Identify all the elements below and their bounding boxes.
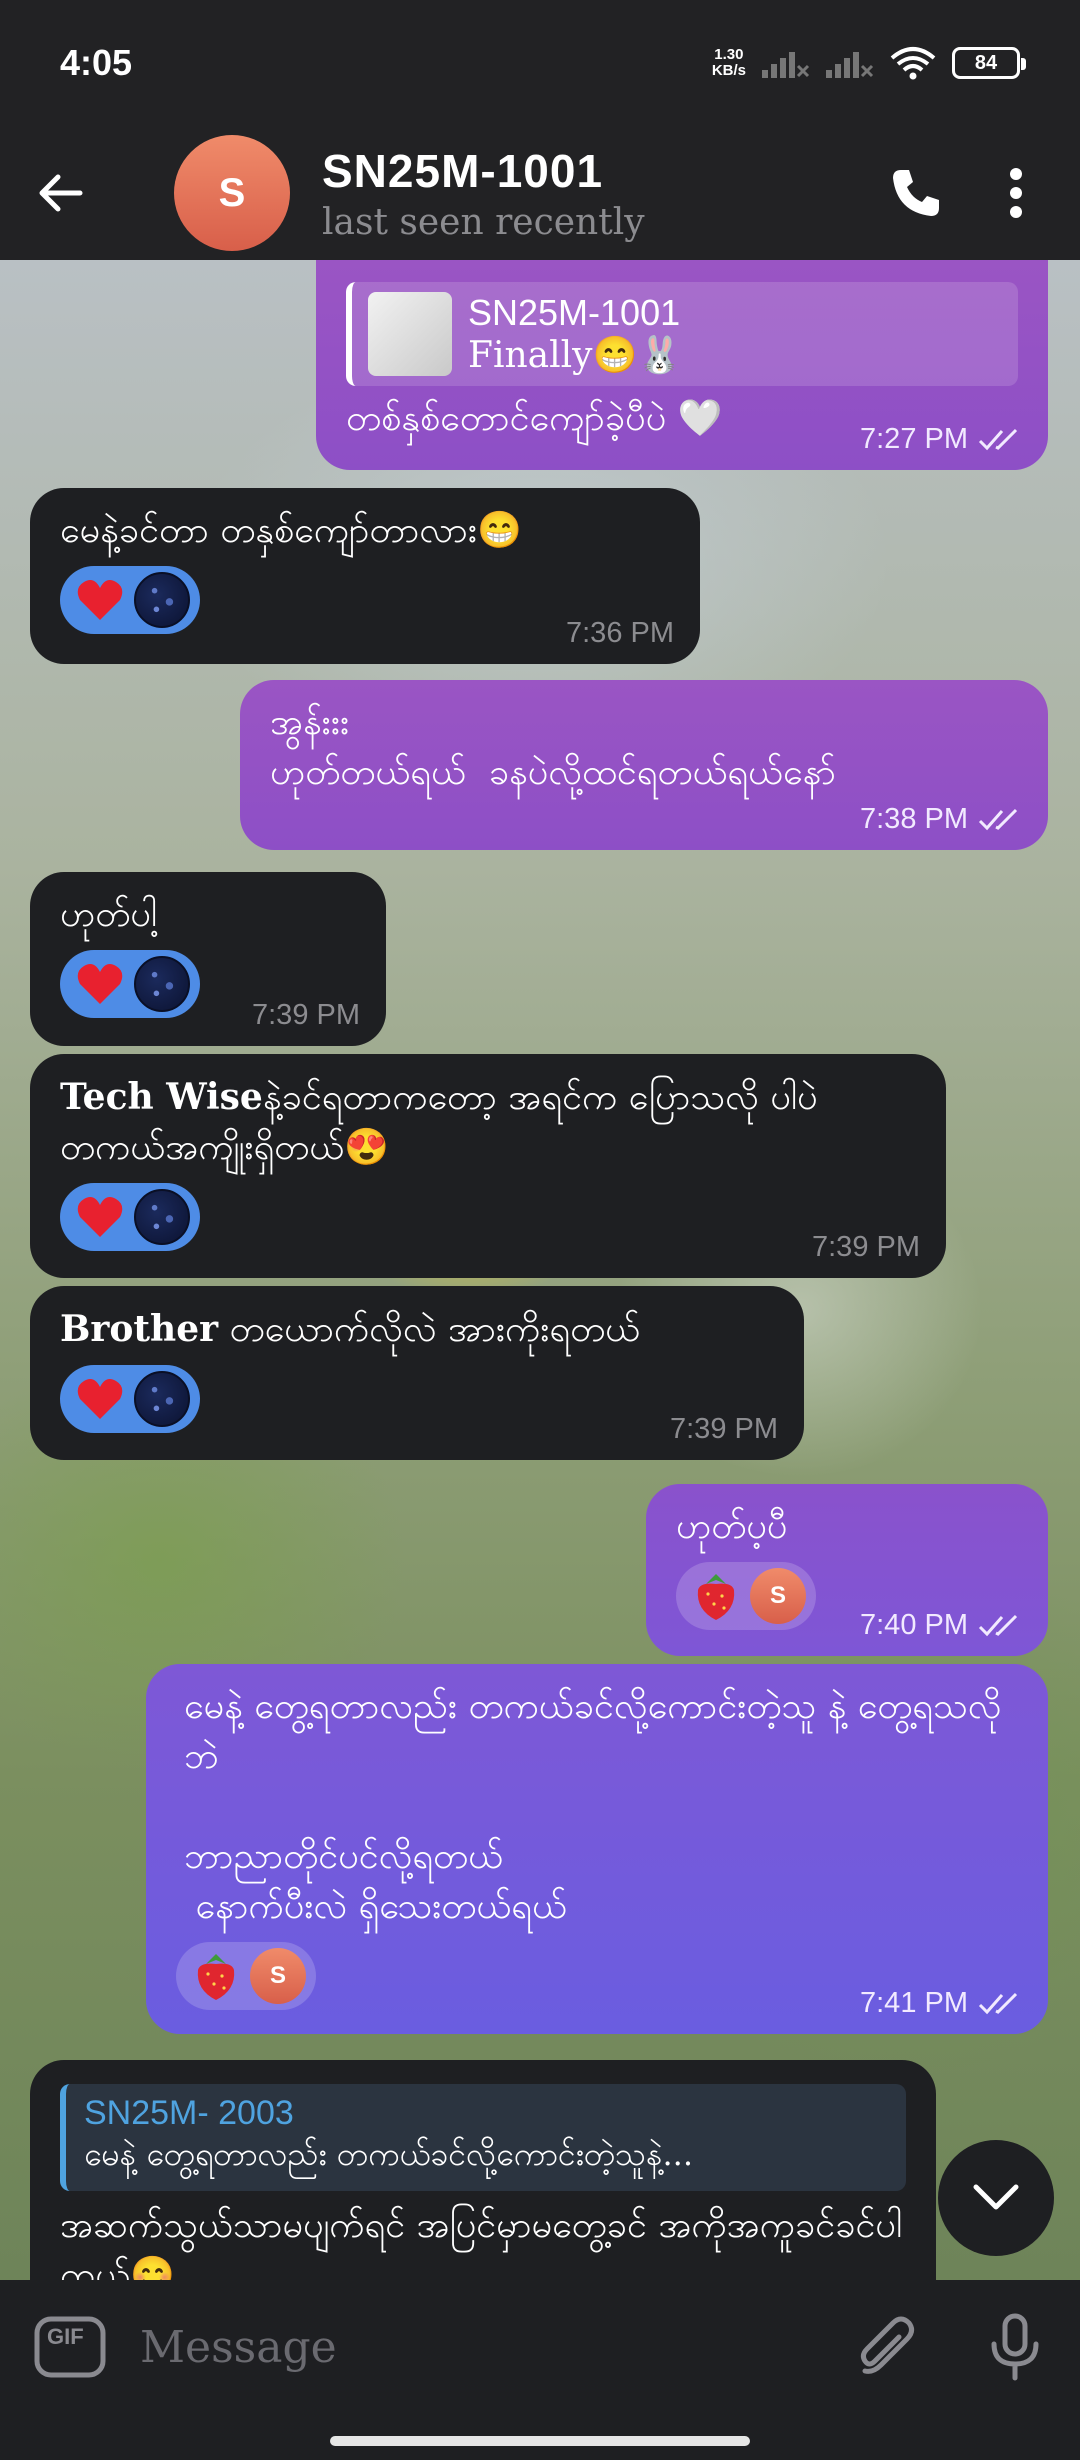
message-text: မေနဲ့ တွေ့ရတာလည်း တကယ်ခင်လို့ကောင်းတဲ့သူ… (184, 1686, 1002, 1927)
home-handle[interactable] (330, 2436, 750, 2446)
message-meta: 7:39 PM (670, 1413, 778, 1446)
heart-icon (72, 1371, 128, 1427)
message-outgoing[interactable]: ဟုတ်ပ့ပီ S 7:40 PM (646, 1484, 1048, 1656)
reactor-avatar: S (750, 1568, 806, 1624)
attach-button[interactable] (820, 2315, 950, 2379)
message-text: အွန်းးး ဟုတ်တယ်ရယ် ခနပဲလို့ထင်ရတယ်ရယ်နော… (270, 702, 836, 793)
chat-header: S SN25M-1001 last seen recently (0, 126, 1080, 260)
reaction-pill[interactable]: S (176, 1942, 316, 2010)
message-time: 7:39 PM (252, 999, 360, 1031)
phone-icon (893, 170, 939, 216)
heart-icon (72, 956, 128, 1012)
reply-text: မေနဲ့ တွေ့ရတာလည်း တကယ်ခင်လို့ကောင်းတဲ့သူ… (84, 2135, 694, 2173)
chat-title-block[interactable]: SN25M-1001 last seen recently (322, 144, 866, 243)
message-time: 7:41 PM (860, 1987, 968, 2019)
heart-icon (72, 572, 128, 628)
gif-button[interactable]: GIF (0, 2316, 140, 2378)
message-incoming[interactable]: Tech Wiseနဲ့ခင်ရတာကတော့ အရင်က ပြောသလို ပ… (30, 1054, 946, 1278)
reactor-avatar (134, 572, 190, 628)
double-check-icon (978, 1992, 1018, 2014)
message-bold-text: Brother (60, 1308, 219, 1350)
system-nav-bar (0, 2414, 1080, 2460)
message-meta: 7:41 PM (860, 1987, 1022, 2020)
message-outgoing[interactable]: SN25M-1001 Finally😁🐰 တစ်နှစ်တောင်ကျော်ခဲ… (316, 260, 1048, 470)
reply-preview[interactable]: SN25M- 2003 မေနဲ့ တွေ့ရတာလည်း တကယ်ခင်လို… (60, 2084, 906, 2191)
message-time: 7:40 PM (860, 1609, 968, 1641)
message-outgoing[interactable]: အွန်းးး ဟုတ်တယ်ရယ် ခနပဲလို့ထင်ရတယ်ရယ်နော… (240, 680, 1048, 850)
reaction-pill[interactable]: S (676, 1562, 816, 1630)
call-button[interactable] (866, 126, 966, 260)
double-check-icon (978, 428, 1018, 450)
message-outgoing[interactable]: မေနဲ့ တွေ့ရတာလည်း တကယ်ခင်လို့ကောင်းတဲ့သူ… (146, 1664, 1048, 2034)
reply-sender: SN25M- 2003 (84, 2094, 294, 2132)
double-check-icon (978, 1614, 1018, 1636)
reactor-avatar: S (250, 1948, 306, 2004)
reactor-avatar (134, 1189, 190, 1245)
reaction-pill[interactable] (60, 950, 200, 1018)
chevron-down-icon (973, 2184, 1019, 2210)
message-time: 7:39 PM (670, 1413, 778, 1445)
message-incoming[interactable]: မေနဲ့ခင်တာ တနှစ်ကျော်တာလား😁 7:36 PM (30, 488, 700, 664)
signal-icon-2 (826, 52, 874, 78)
message-time: 7:38 PM (860, 803, 968, 835)
reply-preview[interactable]: SN25M-1001 Finally😁🐰 (346, 282, 1018, 386)
strawberry-icon (188, 1948, 244, 2004)
reply-sender: SN25M-1001 (468, 292, 681, 333)
message-meta: 7:39 PM (812, 1231, 920, 1264)
message-meta: 7:36 PM (566, 617, 674, 650)
reply-thumbnail (368, 292, 452, 376)
contact-avatar[interactable]: S (174, 135, 290, 251)
chat-messages[interactable]: SN25M-1001 Finally😁🐰 တစ်နှစ်တောင်ကျော်ခဲ… (0, 260, 1080, 2280)
message-text: မေနဲ့ခင်တာ တနှစ်ကျော်တာလား😁 (60, 510, 522, 551)
voice-record-button[interactable] (950, 2312, 1080, 2382)
reaction-pill[interactable] (60, 566, 200, 634)
last-seen-status: last seen recently (322, 201, 645, 243)
message-incoming[interactable]: Brother တယောက်လိုလဲ အားကိုးရတယ် 7:39 PM (30, 1286, 804, 1460)
double-check-icon (978, 808, 1018, 830)
more-options-button[interactable] (966, 126, 1066, 260)
message-text: ဟုတ်ပ့ပီ (676, 1506, 788, 1547)
reactor-avatar (134, 956, 190, 1012)
status-icons: 1.30 KB/s 84 (711, 46, 1026, 80)
signal-icon (762, 52, 810, 78)
reaction-pill[interactable] (60, 1183, 200, 1251)
message-text: ဟုတ်ပါ့ (60, 894, 158, 935)
message-meta: 7:39 PM (252, 999, 360, 1032)
battery-indicator: 84 (952, 47, 1026, 79)
reactor-avatar (134, 1371, 190, 1427)
back-button[interactable] (0, 126, 120, 260)
more-vertical-icon (1010, 168, 1022, 218)
heart-icon (72, 1189, 128, 1245)
message-composer: GIF (0, 2280, 1080, 2414)
status-bar: 4:05 1.30 KB/s 84 (0, 0, 1080, 126)
paperclip-icon (860, 2316, 915, 2374)
message-meta: 7:40 PM (860, 1609, 1022, 1642)
message-time: 7:39 PM (812, 1231, 920, 1263)
gif-label: GIF (47, 2324, 84, 2349)
message-time: 7:27 PM (860, 423, 968, 455)
arrow-left-icon (39, 174, 83, 212)
microphone-icon (991, 2313, 1039, 2381)
message-text: Brother တယောက်လိုလဲ အားကိုးရတယ် (60, 1308, 641, 1350)
wifi-icon (890, 47, 936, 80)
scroll-to-bottom-button[interactable] (938, 2140, 1054, 2256)
message-time: 7:36 PM (566, 617, 674, 649)
chat-title: SN25M-1001 (322, 144, 604, 197)
strawberry-icon (688, 1568, 744, 1624)
message-meta: 7:27 PM (860, 423, 1022, 456)
message-incoming[interactable]: ဟုတ်ပါ့ 7:39 PM (30, 872, 386, 1046)
reply-text: Finally😁🐰 (468, 335, 683, 376)
message-bold-text: Tech Wise (60, 1076, 263, 1118)
message-incoming[interactable]: SN25M- 2003 မေနဲ့ တွေ့ရတာလည်း တကယ်ခင်လို… (30, 2060, 936, 2280)
message-input[interactable] (140, 2321, 820, 2373)
network-speed: 1.30 KB/s (711, 46, 746, 79)
message-text: အဆက်သွယ်သာမပျက်ရင် အပြင်မှာမတွေ့ခင် အကို… (60, 2205, 903, 2280)
status-time: 4:05 (60, 42, 133, 83)
reaction-pill[interactable] (60, 1365, 200, 1433)
message-text: Tech Wiseနဲ့ခင်ရတာကတော့ အရင်က ပြောသလို ပ… (60, 1076, 830, 1168)
message-meta: 7:38 PM (860, 803, 1022, 836)
